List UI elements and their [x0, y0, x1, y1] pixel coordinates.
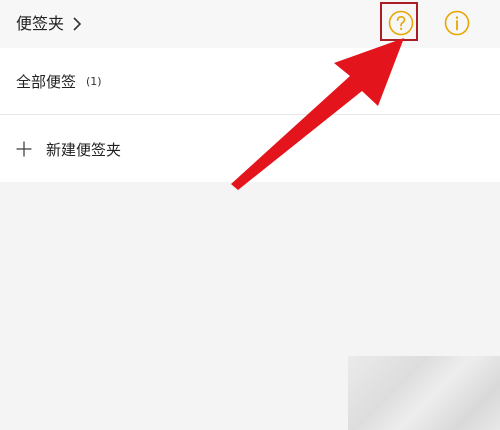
new-folder-button[interactable]: 新建便签夹 [0, 116, 500, 182]
folder-item-label: 全部便签 [16, 72, 77, 91]
list-divider [0, 114, 500, 115]
chevron-right-icon [73, 17, 82, 31]
plus-icon [16, 141, 32, 157]
folder-selector-label: 便签夹 [16, 14, 65, 33]
new-folder-label: 新建便签夹 [46, 140, 122, 159]
folder-item-count: (1) [86, 74, 102, 88]
top-bar: 便签夹 [0, 0, 500, 48]
watermark-area [348, 356, 500, 430]
folder-list: 全部便签 (1) 新建便签夹 [0, 48, 500, 182]
info-circle-icon [444, 10, 470, 36]
annotation-highlight-box [380, 2, 418, 41]
folder-selector[interactable]: 便签夹 [16, 12, 82, 36]
info-button[interactable] [444, 10, 470, 36]
folder-item-all-notes[interactable]: 全部便签 (1) [0, 48, 500, 114]
